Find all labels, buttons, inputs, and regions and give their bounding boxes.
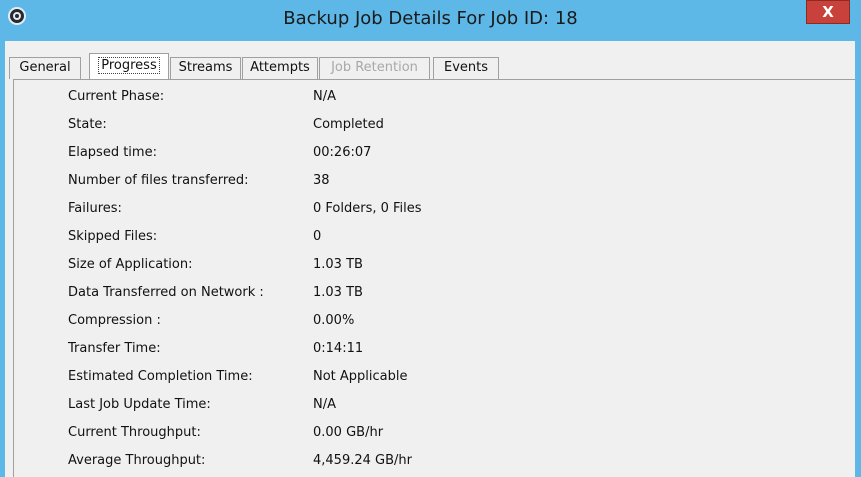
elapsed-time-value: 00:26:07 xyxy=(313,145,372,160)
files-transferred-value: 38 xyxy=(313,173,330,188)
compression-label: Compression : xyxy=(68,313,161,328)
size-of-application-value: 1.03 TB xyxy=(313,257,363,272)
tab-attempts[interactable]: Attempts xyxy=(242,57,318,79)
title-bar[interactable]: Backup Job Details For Job ID: 18 X xyxy=(0,0,861,40)
tab-job-retention[interactable]: Job Retention xyxy=(319,57,430,79)
last-job-update-value: N/A xyxy=(313,397,336,412)
transfer-time-label: Transfer Time: xyxy=(68,341,161,356)
size-of-application-label: Size of Application: xyxy=(68,257,193,272)
state-label: State: xyxy=(68,117,107,132)
current-phase-value: N/A xyxy=(313,89,336,104)
failures-value: 0 Folders, 0 Files xyxy=(313,201,422,216)
current-phase-label: Current Phase: xyxy=(68,89,165,104)
skipped-files-value: 0 xyxy=(313,229,322,244)
average-throughput-label: Average Throughput: xyxy=(68,453,206,468)
average-throughput-value: 4,459.24 GB/hr xyxy=(313,453,412,468)
window-title: Backup Job Details For Job ID: 18 xyxy=(283,8,578,29)
progress-panel: Current Phase: N/A State: Completed Elap… xyxy=(13,79,855,477)
estimated-completion-label: Estimated Completion Time: xyxy=(68,369,253,384)
data-transferred-value: 1.03 TB xyxy=(313,285,363,300)
transfer-time-value: 0:14:11 xyxy=(313,341,364,356)
current-throughput-value: 0.00 GB/hr xyxy=(313,425,384,440)
data-transferred-label: Data Transferred on Network : xyxy=(68,285,264,300)
dialog-content: General Progress Streams Attempts Job Re… xyxy=(5,41,855,477)
skipped-files-label: Skipped Files: xyxy=(68,229,158,244)
tab-progress[interactable]: Progress xyxy=(89,53,169,80)
tab-streams[interactable]: Streams xyxy=(170,57,241,79)
backup-job-details-window: Backup Job Details For Job ID: 18 X Gene… xyxy=(0,0,861,477)
compression-value: 0.00% xyxy=(313,313,355,328)
current-throughput-label: Current Throughput: xyxy=(68,425,201,440)
last-job-update-label: Last Job Update Time: xyxy=(68,397,211,412)
failures-label: Failures: xyxy=(68,201,122,216)
estimated-completion-value: Not Applicable xyxy=(313,369,408,384)
tab-events[interactable]: Events xyxy=(433,57,499,79)
tab-general[interactable]: General xyxy=(9,57,81,79)
tab-progress-label: Progress xyxy=(98,57,160,74)
state-value: Completed xyxy=(313,117,384,132)
elapsed-time-label: Elapsed time: xyxy=(68,145,157,160)
files-transferred-label: Number of files transferred: xyxy=(68,173,249,188)
close-button[interactable]: X xyxy=(806,0,850,24)
